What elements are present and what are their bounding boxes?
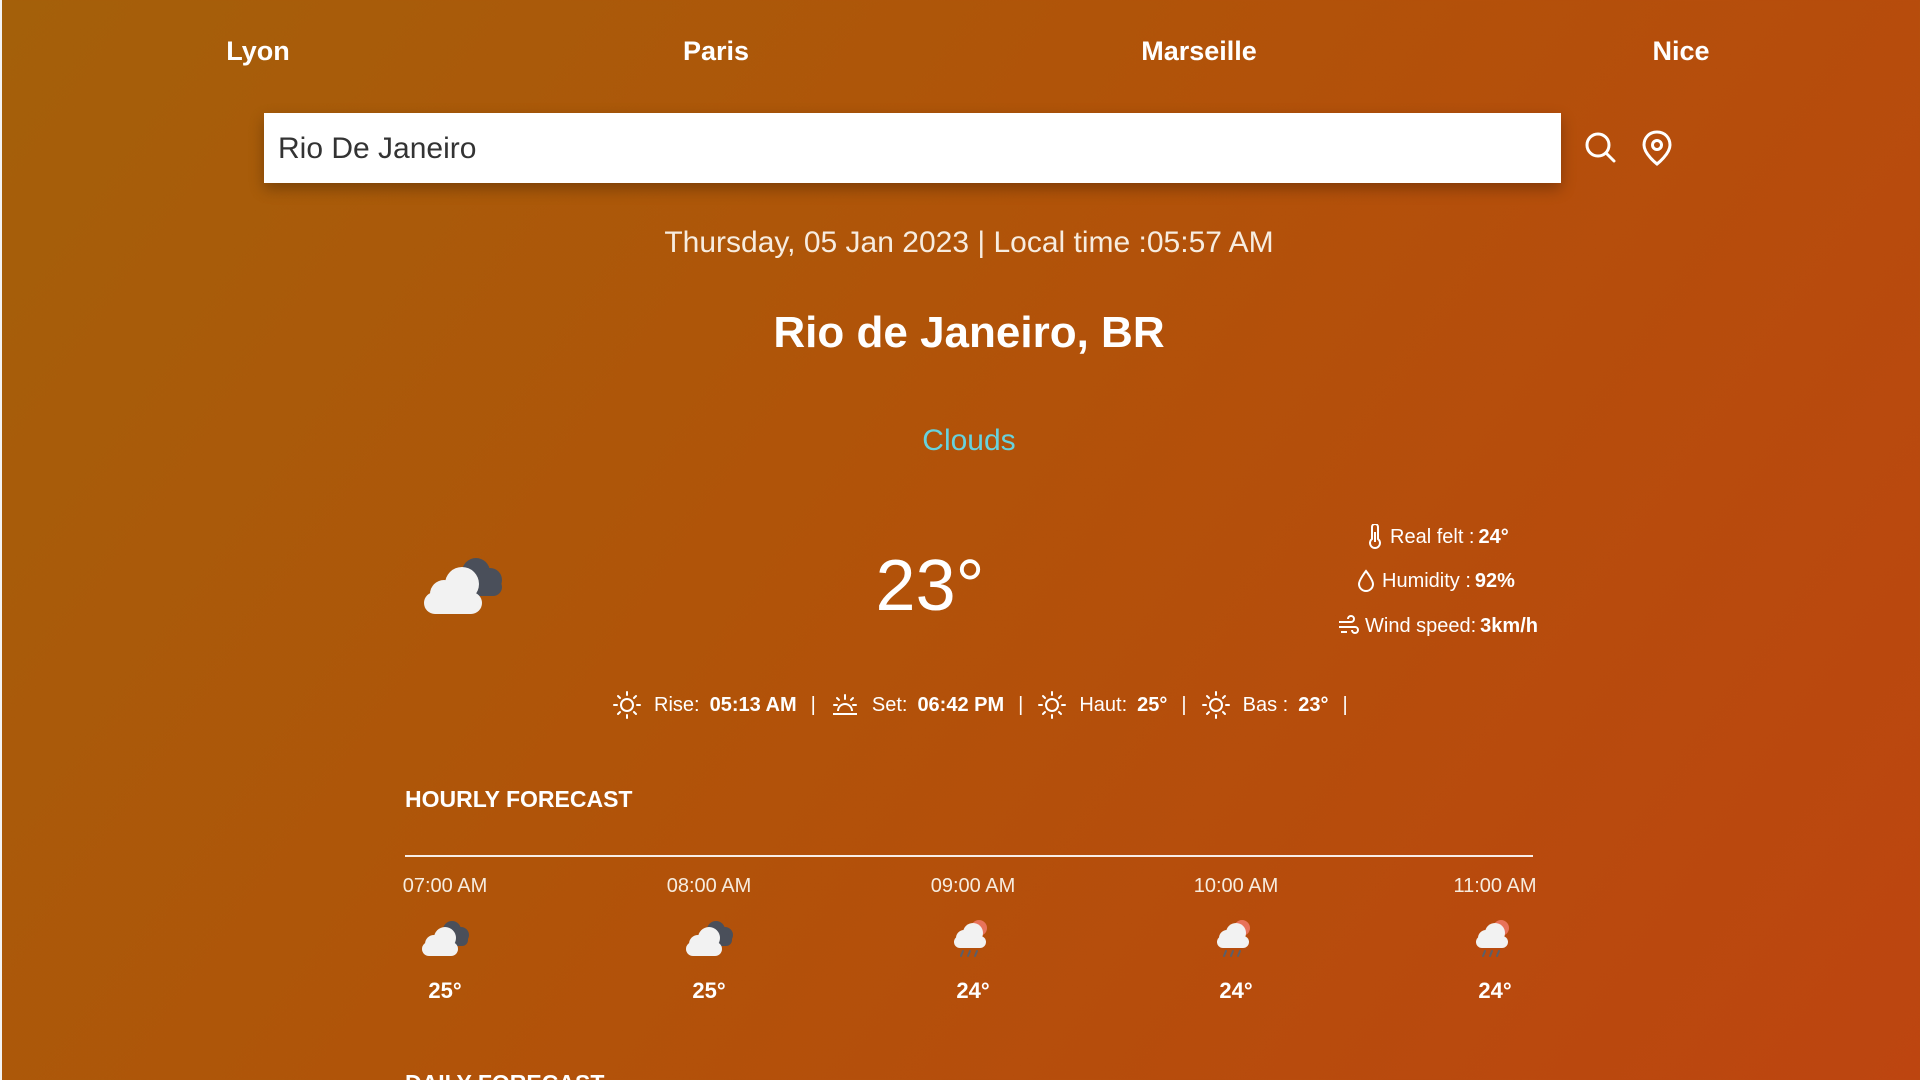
city-link-nice[interactable]: Nice [1581, 36, 1781, 67]
cloudy-icon [422, 921, 469, 956]
city-link-marseille[interactable]: Marseille [1099, 36, 1299, 67]
hourly-time: 11:00 AM [1453, 875, 1537, 897]
hourly-temp: 25° [692, 978, 726, 1003]
high-temp-value: 25° [1137, 693, 1168, 716]
sunset-value: 06:42 PM [917, 693, 1005, 716]
wind-label: Wind speed: [1365, 614, 1477, 637]
weather-condition: Clouds [922, 424, 1016, 457]
window-edge [0, 0, 2, 1080]
rain-cloud-icon [954, 920, 987, 957]
city-title: Rio de Janeiro, BR [773, 308, 1165, 357]
low-temp-value: 23° [1298, 693, 1329, 716]
hourly-item: 10:00 AM 24° [1176, 875, 1296, 1004]
city-nav: Lyon Paris Marseille Nice [0, 36, 1920, 76]
humidity-row: Humidity : 92% [1356, 566, 1515, 596]
hourly-time: 08:00 AM [666, 875, 752, 897]
separator: | [810, 693, 816, 716]
rain-cloud-icon [1476, 920, 1509, 957]
wind-row: Wind speed: 3km/h [1337, 611, 1538, 641]
location-pin-icon[interactable] [1637, 128, 1677, 168]
thermometer-icon [1369, 524, 1381, 549]
search-input[interactable] [276, 113, 1553, 185]
high-temp-label: Haut: [1079, 693, 1128, 716]
wind-icon [1339, 615, 1359, 634]
city-link-lyon[interactable]: Lyon [158, 36, 358, 67]
search-icon[interactable] [1581, 128, 1621, 168]
real-felt-row: Real felt : 24° [1366, 522, 1509, 552]
sunrise-value: 05:13 AM [709, 693, 797, 716]
cloudy-icon [686, 921, 733, 956]
hourly-item: 09:00 AM 24° [913, 875, 1033, 1004]
rain-cloud-icon [1217, 920, 1250, 957]
current-temperature: 23° [875, 546, 985, 626]
sunset-icon [832, 694, 857, 715]
city-link-paris[interactable]: Paris [616, 36, 816, 67]
low-temp-label: Bas : [1242, 693, 1289, 716]
separator: | [1342, 693, 1348, 716]
hourly-temp: 25° [428, 978, 462, 1003]
cloudy-icon [418, 550, 510, 620]
sun-icon [1201, 691, 1230, 719]
hourly-time: 07:00 AM [402, 875, 488, 897]
humidity-label: Humidity : [1382, 569, 1471, 592]
sun-icon [613, 691, 641, 719]
real-felt-label: Real felt : [1390, 525, 1475, 548]
hourly-time: 09:00 AM [930, 875, 1016, 897]
divider [405, 855, 1533, 857]
hourly-item: 11:00 AM 24° [1435, 875, 1555, 1004]
hourly-forecast-title: HOURLY FORECAST [405, 786, 633, 812]
separator: | [1181, 693, 1187, 716]
low-temp-item: Bas : 23° [1201, 690, 1329, 720]
real-felt-value: 24° [1478, 525, 1509, 548]
wind-value: 3km/h [1480, 614, 1538, 637]
hourly-item: 07:00 AM 25° [385, 875, 505, 1004]
humidity-value: 92% [1474, 569, 1515, 592]
sunrise-label: Rise: [654, 693, 700, 716]
sunset-label: Set: [871, 693, 908, 716]
sunrise-item: Rise: 05:13 AM [612, 690, 797, 720]
separator: | [1018, 693, 1024, 716]
high-temp-item: Haut: 25° [1037, 690, 1167, 720]
sun-icon [1038, 691, 1067, 719]
droplet-icon [1357, 569, 1375, 592]
hourly-time: 10:00 AM [1193, 875, 1279, 897]
hourly-temp: 24° [1219, 978, 1253, 1003]
search-box [264, 113, 1561, 185]
hourly-temp: 24° [956, 978, 990, 1003]
sunset-item: Set: 06:42 PM [830, 690, 1004, 720]
sun-info-bar: Rise: 05:13 AM | Set: 06:42 PM | Haut: 2… [612, 688, 1362, 722]
local-datetime: Thursday, 05 Jan 2023 | Local time :05:5… [664, 226, 1274, 259]
hourly-temp: 24° [1478, 978, 1512, 1003]
hourly-item: 08:00 AM 25° [649, 875, 769, 1004]
daily-forecast-title: DAILY FORECAST [405, 1070, 604, 1080]
